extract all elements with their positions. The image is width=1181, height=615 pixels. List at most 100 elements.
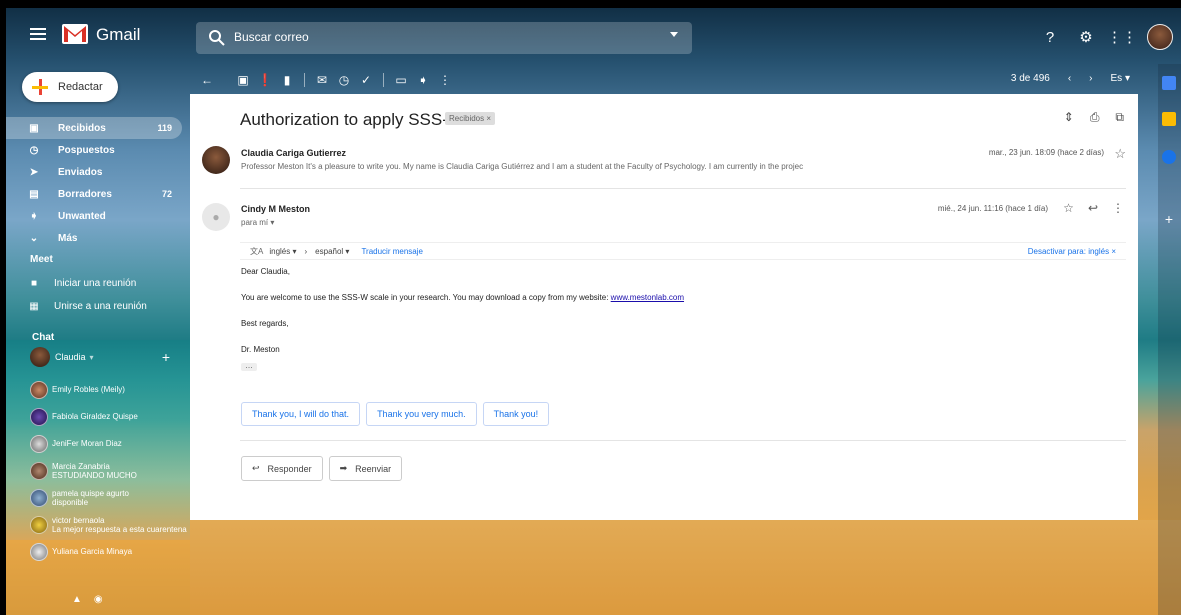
account-avatar[interactable] bbox=[1147, 24, 1173, 50]
chat-contact[interactable]: JeniFer Moran Diaz bbox=[30, 430, 190, 457]
back-arrow-icon[interactable]: ← bbox=[196, 73, 218, 87]
avatar bbox=[30, 461, 48, 480]
input-language-button[interactable]: Es ▾ bbox=[1111, 73, 1130, 84]
message-sender[interactable]: Cindy M Meston bbox=[241, 204, 310, 214]
star-icon[interactable]: ☆ bbox=[1114, 146, 1126, 162]
search-input[interactable] bbox=[234, 30, 634, 44]
website-link[interactable]: www.mestonlab.com bbox=[611, 293, 684, 302]
pagination-text: 3 de 496 bbox=[1010, 73, 1050, 84]
app-name[interactable]: Gmail bbox=[96, 25, 140, 45]
sidebar-item-inbox[interactable]: ▣ Recibidos 119 bbox=[6, 117, 182, 139]
add-task-icon[interactable]: ✓ bbox=[355, 73, 377, 87]
translate-target-language[interactable]: español ▾ bbox=[315, 247, 349, 256]
sidebar-nav: ▣ Recibidos 119 ◷ Pospuestos ➤ Enviados … bbox=[6, 117, 182, 249]
email-toolbar: ← ▣ ❗ ▮ ✉ ◷ ✓ ▭ ➧ ⋮ 3 de 496 ‹ › Es ▾ bbox=[190, 66, 1138, 94]
keep-icon[interactable] bbox=[1162, 112, 1176, 126]
chevron-left-icon[interactable]: ‹ bbox=[1068, 73, 1071, 84]
avatar bbox=[30, 347, 50, 367]
snooze-icon[interactable]: ◷ bbox=[333, 73, 355, 87]
window-left-edge bbox=[0, 0, 6, 615]
chat-contact[interactable]: Fabiola Giraldez Quispe bbox=[30, 403, 190, 430]
expand-all-icon[interactable]: ⇕ bbox=[1064, 110, 1074, 125]
gmail-logo-icon[interactable] bbox=[62, 24, 88, 44]
mark-unread-icon[interactable]: ✉ bbox=[311, 73, 333, 87]
trash-icon[interactable]: ▮ bbox=[276, 73, 298, 87]
keyboard-icon: ▦ bbox=[29, 300, 39, 312]
plus-icon bbox=[32, 79, 48, 95]
chat-heading: Chat bbox=[32, 332, 55, 343]
search-options-icon[interactable] bbox=[670, 32, 678, 37]
print-icon[interactable]: ⎙ bbox=[1090, 110, 1100, 125]
chat-contact-name: Yuliana Garcia Minaya bbox=[52, 547, 133, 556]
move-to-icon[interactable]: ▭ bbox=[390, 73, 412, 87]
toolbar-divider bbox=[383, 73, 384, 87]
chat-contact[interactable]: victor bernaola La mejor respuesta a est… bbox=[30, 511, 190, 538]
search-bar[interactable] bbox=[196, 22, 692, 54]
tasks-icon[interactable] bbox=[1162, 150, 1176, 164]
message-snippet[interactable]: Professor Meston It's a pleasure to writ… bbox=[241, 162, 901, 171]
add-on-plus-icon[interactable]: + bbox=[1162, 212, 1176, 226]
label-icon: ➧ bbox=[29, 210, 39, 222]
open-new-window-icon[interactable]: ⧉ bbox=[1115, 110, 1124, 125]
star-icon[interactable]: ☆ bbox=[1063, 201, 1074, 215]
sidebar-item-unwanted[interactable]: ➧ Unwanted bbox=[6, 205, 182, 227]
archive-icon[interactable]: ▣ bbox=[232, 73, 254, 87]
disable-translate-link[interactable]: Desactivar para: inglés × bbox=[1028, 247, 1116, 256]
new-chat-plus-icon[interactable]: + bbox=[162, 349, 170, 365]
chat-contact[interactable]: pamela quispe agurto disponible bbox=[30, 484, 190, 511]
chat-contact[interactable]: Emily Robles (Meily) bbox=[30, 376, 190, 403]
more-vert-icon[interactable]: ⋮ bbox=[1112, 201, 1124, 215]
help-icon[interactable]: ? bbox=[1039, 26, 1061, 48]
smart-reply-button[interactable]: Thank you very much. bbox=[366, 402, 477, 426]
label-chip[interactable]: Recibidos × bbox=[445, 112, 496, 125]
sidebar-item-drafts[interactable]: ▤ Borradores 72 bbox=[6, 183, 182, 205]
message-recipient[interactable]: para mí ▾ bbox=[241, 218, 274, 227]
compose-button[interactable]: Redactar bbox=[22, 72, 118, 102]
translate-bar: 文A inglés ▾ › español ▾ Traducir mensaje… bbox=[240, 242, 1126, 260]
chat-contact[interactable]: Marcia Zanabria ESTUDIANDO MUCHO bbox=[30, 457, 190, 484]
chat-contact-name: Marcia Zanabria bbox=[52, 461, 110, 471]
calendar-icon[interactable] bbox=[1162, 76, 1176, 90]
reply-actions: ↩ Responder ➡ Reenviar bbox=[241, 456, 403, 481]
translate-message-link[interactable]: Traducir mensaje bbox=[361, 247, 423, 256]
chat-contact[interactable]: Yuliana Garcia Minaya bbox=[30, 538, 190, 565]
meet-join-meeting[interactable]: ▦ Unirse a una reunión bbox=[28, 297, 147, 315]
translate-source-language[interactable]: inglés ▾ bbox=[269, 247, 296, 256]
message-date: mar., 23 jun. 18:09 (hace 2 días) bbox=[988, 148, 1104, 157]
forward-icon: ➡ bbox=[339, 463, 348, 473]
window-top-edge bbox=[0, 0, 1181, 8]
location-pin-icon[interactable]: ◉ bbox=[94, 594, 103, 605]
reply-icon[interactable]: ↩ bbox=[1088, 201, 1098, 215]
avatar bbox=[30, 515, 48, 534]
smart-reply-button[interactable]: Thank you, I will do that. bbox=[241, 402, 361, 426]
reply-button[interactable]: ↩ Responder bbox=[241, 456, 323, 481]
message-sender[interactable]: Claudia Cariga Gutierrez bbox=[241, 148, 346, 158]
label-icon[interactable]: ➧ bbox=[412, 73, 434, 87]
sidebar-item-snoozed[interactable]: ◷ Pospuestos bbox=[6, 139, 182, 161]
avatar bbox=[30, 488, 48, 507]
chat-self-status[interactable]: Claudia ▾ + bbox=[30, 346, 182, 368]
gear-icon[interactable]: ⚙ bbox=[1075, 26, 1097, 48]
body-greeting: Dear Claudia, bbox=[241, 267, 290, 276]
report-spam-icon[interactable]: ❗ bbox=[254, 73, 276, 87]
search-icon[interactable] bbox=[208, 29, 226, 47]
chevron-right-icon[interactable]: › bbox=[1089, 73, 1092, 84]
sidebar-item-more[interactable]: ⌄ Más bbox=[6, 227, 182, 249]
header: Gmail ? ⚙ ⋮⋮ bbox=[6, 8, 1181, 64]
show-trimmed-content-button[interactable]: … bbox=[241, 362, 257, 371]
chat-contact-name: pamela quispe agurto bbox=[52, 488, 129, 498]
chat-contact-name: JeniFer Moran Diaz bbox=[52, 439, 122, 448]
forward-button[interactable]: ➡ Reenviar bbox=[328, 456, 403, 481]
video-icon: ■ bbox=[30, 277, 38, 289]
apps-grid-icon[interactable]: ⋮⋮ bbox=[1107, 26, 1137, 48]
message-actions: ☆ ↩ ⋮ bbox=[1063, 201, 1124, 215]
more-vert-icon[interactable]: ⋮ bbox=[434, 73, 456, 87]
sidebar-item-label: Más bbox=[58, 232, 78, 244]
translate-icon: 文A bbox=[250, 246, 264, 256]
smart-reply-button[interactable]: Thank you! bbox=[482, 402, 550, 426]
unread-count: 119 bbox=[157, 123, 172, 133]
person-icon[interactable]: ▲ bbox=[72, 594, 82, 605]
meet-start-meeting[interactable]: ■ Iniciar una reunión bbox=[28, 274, 136, 292]
sidebar-item-sent[interactable]: ➤ Enviados bbox=[6, 161, 182, 183]
main-menu-icon[interactable] bbox=[30, 28, 46, 40]
